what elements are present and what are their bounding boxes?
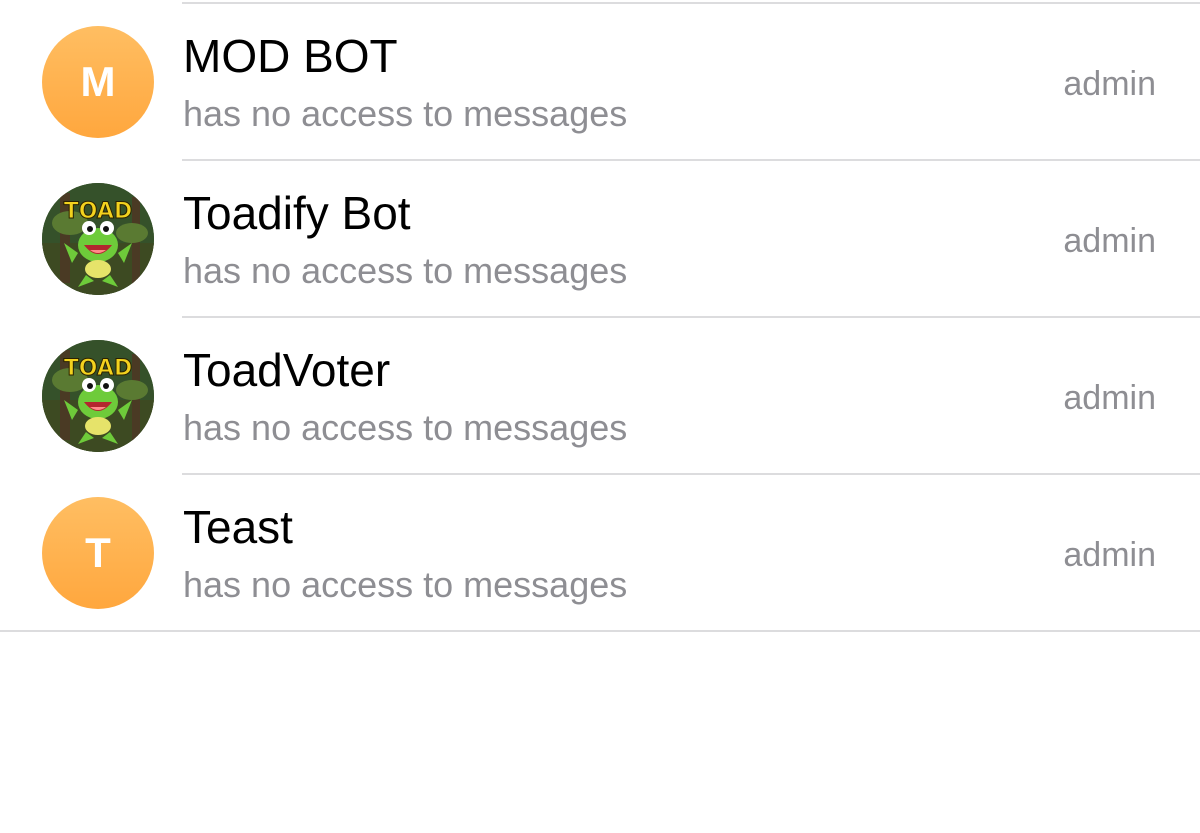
svg-text:TOAD: TOAD xyxy=(64,356,132,381)
member-role: admin xyxy=(1063,65,1156,103)
member-name: Toadify Bot xyxy=(183,187,411,239)
member-name: ToadVoter xyxy=(183,344,391,396)
member-role: admin xyxy=(1063,222,1156,260)
member-status: has no access to messages xyxy=(183,407,628,448)
member-name: Teast xyxy=(183,501,293,553)
member-status: has no access to messages xyxy=(183,250,628,291)
divider xyxy=(0,630,1200,632)
member-status: has no access to messages xyxy=(183,564,628,605)
avatar: M xyxy=(42,26,154,138)
member-role: admin xyxy=(1063,379,1156,417)
member-row-teast[interactable]: T Teast has no access to messages admin xyxy=(0,475,1200,632)
member-row-toadify-bot[interactable]: TOAD Toadify Bot has no access to messag xyxy=(0,161,1200,318)
avatar: T xyxy=(42,497,154,609)
member-role: admin xyxy=(1063,536,1156,574)
avatar-initial: T xyxy=(85,529,111,576)
avatar: TOAD xyxy=(42,340,154,452)
member-status: has no access to messages xyxy=(183,93,628,134)
avatar: TOAD xyxy=(42,183,154,295)
member-list: M MOD BOT has no access to messages admi… xyxy=(0,4,1200,632)
member-row-toadvoter[interactable]: TOAD ToadVoter has no access to messages xyxy=(0,318,1200,475)
toad-avatar-image: TOAD xyxy=(42,340,154,452)
svg-text:TOAD: TOAD xyxy=(64,199,132,224)
members-screen: M MOD BOT has no access to messages admi… xyxy=(0,0,1200,833)
toad-avatar-image: TOAD xyxy=(42,183,154,295)
avatar-initial: M xyxy=(80,58,116,105)
member-name: MOD BOT xyxy=(183,30,398,82)
member-row-mod-bot[interactable]: M MOD BOT has no access to messages admi… xyxy=(0,4,1200,161)
